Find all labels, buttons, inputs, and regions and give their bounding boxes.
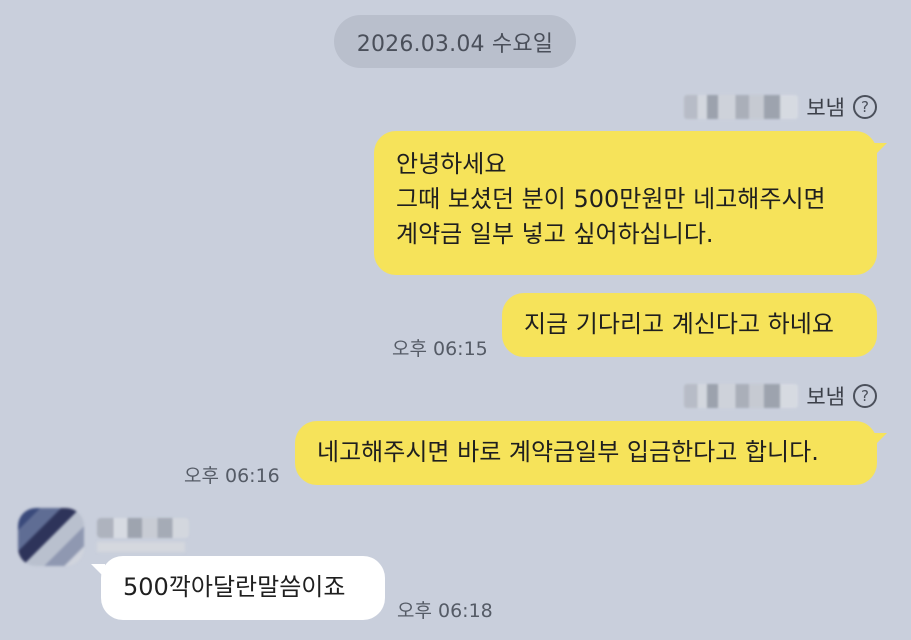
message-time: 오후 06:18 [397, 600, 493, 622]
date-separator-text: 2026.03.04 수요일 [356, 31, 554, 57]
sent-status-row-2: 보냄 ? [684, 381, 877, 411]
bubble-tail [873, 433, 887, 447]
message-bubble-sent[interactable]: 네고해주시면 바로 계약금일부 입금한다고 합니다. [295, 421, 887, 485]
blurred-recipient-name [684, 95, 799, 119]
message-line: 계약금 일부 넣고 싶어하십니다. [396, 219, 714, 248]
date-separator: 2026.03.04 수요일 [334, 15, 576, 68]
message-bubble-sent[interactable]: 안녕하세요 그때 보셨던 분이 500만원만 네고해주시면 계약금 일부 넣고 … [374, 131, 887, 275]
message-bubble-received[interactable]: 500깍아달란말씀이죠 [91, 556, 385, 620]
message-text: 네고해주시면 바로 계약금일부 입금한다고 합니다. [317, 438, 819, 466]
help-symbol: ? [861, 386, 869, 405]
help-symbol: ? [861, 97, 869, 116]
blurred-recipient-name [684, 384, 799, 408]
sent-label: 보냄 [806, 385, 845, 409]
message-bubble-sent[interactable]: 지금 기다리고 계신다고 하네요 [502, 293, 877, 357]
message-text: 500깍아달란말씀이죠 [123, 573, 346, 601]
bubble-tail [91, 564, 105, 578]
help-icon[interactable]: ? [853, 95, 877, 119]
message-line: 그때 보셨던 분이 500만원만 네고해주시면 [396, 184, 826, 213]
message-text: 지금 기다리고 계신다고 하네요 [524, 310, 834, 338]
message-time: 오후 06:16 [184, 465, 280, 487]
blurred-sender-name [97, 518, 189, 538]
message-line: 안녕하세요 [396, 150, 507, 178]
help-icon[interactable]: ? [853, 384, 877, 408]
avatar[interactable] [18, 508, 84, 566]
bubble-tail [873, 143, 887, 157]
message-time: 오후 06:15 [392, 338, 488, 360]
sent-status-row-1: 보냄 ? [684, 92, 877, 122]
sent-label: 보냄 [806, 96, 845, 120]
